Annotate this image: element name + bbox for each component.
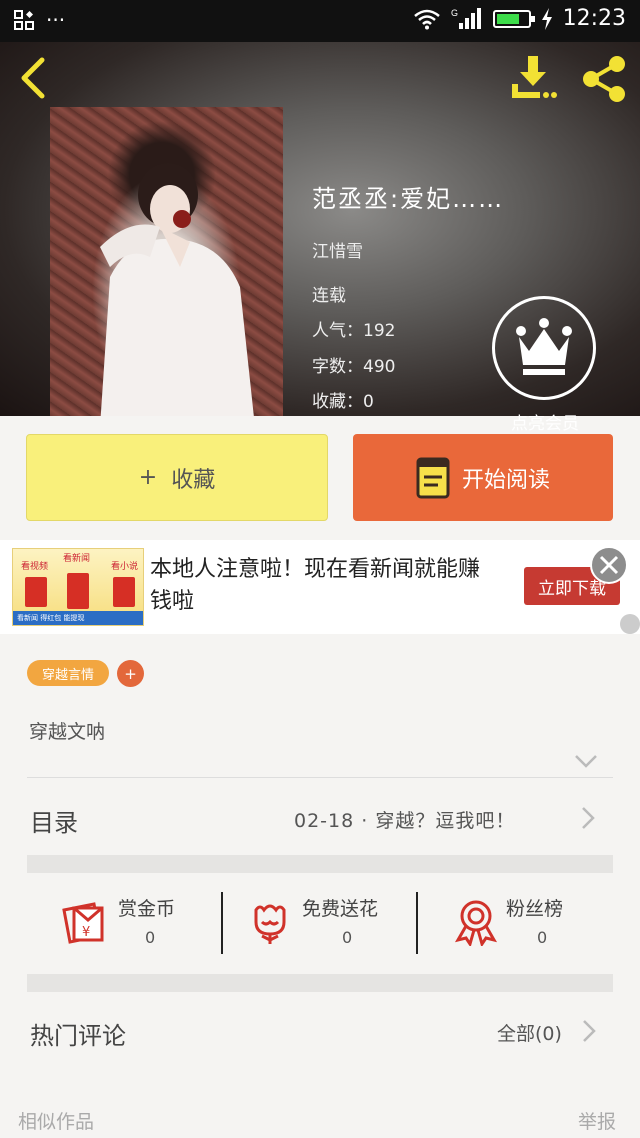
red-envelope-graphic bbox=[113, 577, 135, 607]
more-icon: ··· bbox=[46, 8, 66, 32]
section-separator bbox=[27, 974, 613, 992]
start-reading-button[interactable]: 开始阅读 bbox=[353, 434, 613, 521]
book-icon bbox=[416, 457, 450, 498]
clock-time: 12:23 bbox=[562, 6, 626, 31]
stat-count: 0 bbox=[342, 928, 353, 947]
svg-text:¥: ¥ bbox=[82, 925, 90, 940]
author-name[interactable]: 江惜雪 bbox=[312, 237, 363, 262]
fan-ranking[interactable]: 粉丝榜 0 bbox=[452, 892, 592, 954]
all-comments-link[interactable]: 全部(0) bbox=[497, 1019, 562, 1046]
ad-badge-icon bbox=[620, 614, 640, 634]
report-link[interactable]: 举报 bbox=[578, 1107, 616, 1134]
divider bbox=[221, 892, 223, 954]
similar-works-label[interactable]: 相似作品 bbox=[18, 1107, 94, 1134]
divider bbox=[416, 892, 418, 954]
cover-portrait bbox=[100, 163, 254, 416]
red-envelope-graphic bbox=[25, 577, 47, 607]
ad-image[interactable]: 看视频 看新闻 看小说 看新闻 得红包 能提现 bbox=[12, 548, 144, 626]
ad-image-footer: 看新闻 得红包 能提现 bbox=[13, 611, 143, 625]
chevron-down-icon[interactable] bbox=[574, 752, 598, 770]
red-envelope-graphic bbox=[67, 573, 89, 609]
add-tag-button[interactable]: + bbox=[117, 660, 144, 687]
genre-tag[interactable]: 穿越言情 bbox=[27, 660, 109, 686]
collect-label: 收藏 bbox=[171, 467, 216, 493]
plus-icon: + bbox=[138, 465, 158, 490]
section-separator bbox=[27, 855, 613, 873]
stat-count: 0 bbox=[537, 928, 548, 947]
back-arrow-icon[interactable] bbox=[14, 56, 54, 100]
stat-label: 粉丝榜 bbox=[506, 898, 564, 920]
battery-icon bbox=[492, 9, 535, 28]
book-header: 范丞丞:爱妃…… 江惜雪 连载 人气：192 字数：490 收藏：0 点亮会员 bbox=[0, 42, 640, 434]
signal-icon: G bbox=[451, 7, 481, 29]
red-envelope-icon: ¥ bbox=[62, 902, 104, 944]
book-title: 范丞丞:爱妃…… bbox=[312, 185, 505, 213]
ad-image-label: 看视频 bbox=[21, 562, 49, 572]
toc-label[interactable]: 目录 bbox=[30, 803, 78, 838]
vip-button[interactable] bbox=[492, 296, 596, 400]
share-icon[interactable] bbox=[580, 54, 628, 104]
ad-image-label: 看新闻 bbox=[63, 554, 91, 564]
app-grid-icon bbox=[14, 10, 34, 30]
download-icon[interactable] bbox=[508, 54, 558, 104]
chevron-right-icon[interactable] bbox=[579, 806, 597, 830]
divider bbox=[27, 777, 613, 778]
popularity-count: 人气：192 bbox=[312, 321, 396, 341]
vip-label[interactable]: 点亮会员 bbox=[500, 409, 590, 434]
reward-coins[interactable]: ¥ 赏金币 0 bbox=[60, 892, 200, 954]
stat-label: 免费送花 bbox=[302, 898, 379, 920]
latest-chapter[interactable]: 02-18 · 穿越？逗我吧！ bbox=[294, 806, 515, 833]
ad-image-label: 看小说 bbox=[111, 562, 139, 572]
collect-button[interactable]: + 收藏 bbox=[26, 434, 328, 521]
stat-count: 0 bbox=[145, 928, 156, 947]
word-count: 字数：490 bbox=[312, 357, 396, 377]
favorites-count: 收藏：0 bbox=[312, 392, 374, 412]
hot-comments-label: 热门评论 bbox=[30, 1022, 126, 1050]
wifi-icon bbox=[413, 9, 440, 29]
book-cover[interactable] bbox=[50, 107, 283, 416]
crown-icon bbox=[516, 318, 572, 375]
chevron-right-icon[interactable] bbox=[580, 1019, 598, 1043]
charging-icon bbox=[541, 7, 552, 30]
medal-icon bbox=[454, 900, 498, 946]
serial-status: 连载 bbox=[312, 286, 346, 306]
send-flowers[interactable]: 免费送花 0 bbox=[246, 892, 406, 954]
book-description: 穿越文呐 bbox=[29, 721, 106, 743]
flower-icon bbox=[254, 904, 286, 944]
start-reading-label: 开始阅读 bbox=[461, 467, 550, 493]
status-bar: ··· G 12:23 bbox=[0, 0, 640, 42]
ad-text[interactable]: 本地人注意啦！现在看新闻就能赚钱啦 bbox=[150, 554, 500, 618]
close-icon[interactable] bbox=[590, 546, 628, 584]
svg-text:G: G bbox=[451, 8, 458, 18]
stat-label: 赏金币 bbox=[118, 898, 176, 920]
